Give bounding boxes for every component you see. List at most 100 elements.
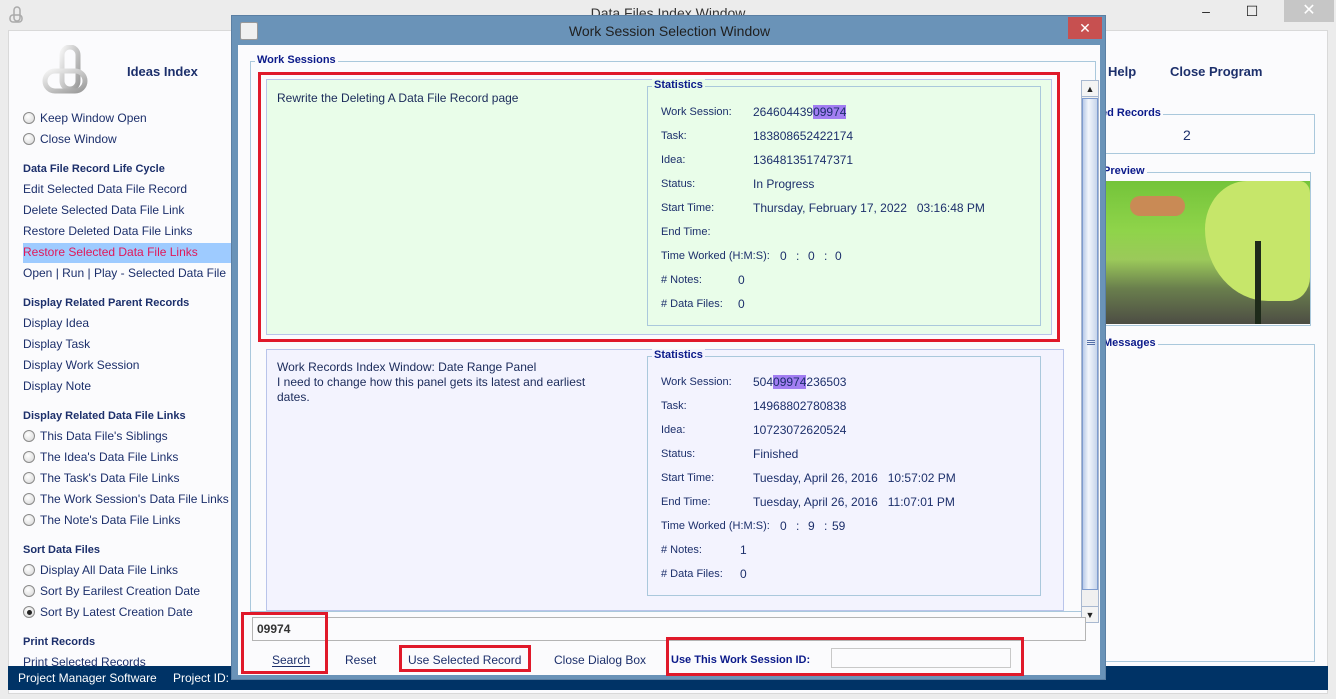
- ideas-index-label: Ideas Index: [127, 64, 198, 79]
- ideas-index-link[interactable]: Ideas Index: [127, 64, 198, 79]
- status-project-id: Project ID:: [173, 671, 230, 685]
- statistics-panel: Statistics Work Session: 26460443909974 …: [647, 79, 1041, 326]
- record-description: Rewrite the Deleting A Data File Record …: [277, 91, 518, 106]
- radio-icon: [23, 564, 35, 576]
- status-label: Status:: [661, 448, 696, 460]
- radio-icon: [23, 514, 35, 526]
- work-session-value: 50409974236503: [753, 375, 846, 389]
- sidebar-item-display-task[interactable]: Display Task: [23, 337, 90, 351]
- sidebar-item-restore-deleted[interactable]: Restore Deleted Data File Links: [23, 224, 192, 238]
- close-program-link[interactable]: Close Program: [1170, 64, 1262, 79]
- sidebar-item-restore-selected[interactable]: Restore Selected Data File Links: [23, 243, 233, 263]
- end-time-value: Tuesday, April 26, 2016 11:07:01 PM: [753, 495, 955, 509]
- records-count: 2: [1183, 127, 1191, 143]
- messages-legend: Messages: [1101, 337, 1158, 349]
- radio-icon: [23, 112, 35, 124]
- minimize-button[interactable]: –: [1190, 0, 1222, 22]
- work-session-label: Work Session:: [661, 376, 732, 388]
- help-label: Help: [1108, 64, 1137, 79]
- notes-value: 1: [740, 543, 747, 557]
- record-description: Work Records Index Window: Date Range Pa…: [277, 360, 585, 405]
- idea-value: 10723072620524: [753, 423, 847, 437]
- work-session-label: Work Session:: [661, 106, 732, 118]
- idea-links-radio[interactable]: The Idea's Data File Links: [23, 450, 178, 464]
- sidebar-item-display-note[interactable]: Display Note: [23, 379, 91, 393]
- idea-value: 136481351747371: [753, 153, 854, 167]
- close-program-label: Close Program: [1170, 64, 1263, 79]
- reset-button[interactable]: Reset: [345, 653, 376, 667]
- notes-value: 0: [738, 273, 745, 287]
- sidebar-item-display-work-session[interactable]: Display Work Session: [23, 358, 139, 372]
- note-links-radio[interactable]: The Note's Data File Links: [23, 513, 180, 527]
- task-label: Task:: [661, 130, 687, 142]
- vertical-scrollbar[interactable]: ▲ ▼: [1081, 80, 1099, 623]
- close-window-radio[interactable]: Close Window: [23, 132, 117, 146]
- keep-window-open-radio[interactable]: Keep Window Open: [23, 111, 147, 125]
- description-line: Rewrite the Deleting A Data File Record …: [277, 91, 519, 105]
- reset-button-label: Reset: [345, 653, 377, 667]
- siblings-radio[interactable]: This Data File's Siblings: [23, 429, 168, 443]
- status-app-name: Project Manager Software: [18, 671, 157, 685]
- sidebar-item-edit-record[interactable]: Edit Selected Data File Record: [23, 182, 187, 196]
- close-dialog-label: Close Dialog Box: [554, 653, 647, 667]
- chain-link-app-icon: [9, 6, 23, 23]
- radio-label: The Note's Data File Links: [40, 513, 181, 527]
- radio-label: Sort By Earilest Creation Date: [40, 584, 201, 598]
- work-session-prefix: 264604439: [753, 105, 814, 119]
- work-session-suffix: 236503: [806, 375, 847, 389]
- dialog-title: Work Session Selection Window: [568, 23, 771, 39]
- help-link[interactable]: Help: [1108, 64, 1136, 79]
- close-dialog-box-button[interactable]: Close Dialog Box: [554, 653, 646, 667]
- notes-label: # Notes:: [661, 544, 702, 556]
- status-label: Status:: [661, 178, 696, 190]
- start-time-label: Start Time:: [661, 202, 715, 214]
- task-links-radio[interactable]: The Task's Data File Links: [23, 471, 179, 485]
- work-session-record[interactable]: Work Records Index Window: Date Range Pa…: [266, 349, 1064, 611]
- section-heading-life-cycle: Data File Record Life Cycle: [23, 163, 165, 175]
- chain-link-logo-icon: [42, 45, 88, 94]
- idea-label: Idea:: [661, 424, 686, 436]
- end-time-label: End Time:: [661, 226, 711, 238]
- work-session-links-radio[interactable]: The Work Session's Data File Links: [23, 492, 229, 506]
- description-line: I need to change how this panel gets its…: [277, 375, 586, 389]
- messages-panel: Messages: [1090, 337, 1315, 662]
- data-files-value: 0: [738, 297, 745, 311]
- sort-earliest-radio[interactable]: Sort By Earilest Creation Date: [23, 584, 200, 598]
- time-worked-label: Time Worked (H:M:S):: [661, 520, 770, 532]
- data-files-label: # Data Files:: [661, 568, 723, 580]
- scroll-thumb[interactable]: [1082, 98, 1098, 590]
- maximize-button[interactable]: ☐: [1236, 0, 1268, 22]
- statistics-panel: Statistics Work Session: 50409974236503 …: [647, 349, 1041, 596]
- work-session-id-input[interactable]: [831, 648, 1011, 668]
- time-sep: :: [796, 519, 800, 533]
- status-value: Finished: [753, 447, 799, 461]
- dialog-close-button[interactable]: ✕: [1068, 17, 1102, 39]
- time-worked-seconds: 59: [832, 519, 846, 533]
- sidebar-item-display-idea[interactable]: Display Idea: [23, 316, 89, 330]
- start-time-value: Thursday, February 17, 2022 03:16:48 PM: [753, 201, 985, 215]
- notes-label: # Notes:: [661, 274, 702, 286]
- main-close-button[interactable]: ✕: [1284, 0, 1334, 22]
- task-value: 183808652422174: [753, 129, 854, 143]
- search-button[interactable]: Search: [272, 653, 310, 667]
- search-match-highlight: 09974: [773, 375, 807, 389]
- sort-latest-radio[interactable]: Sort By Latest Creation Date: [23, 605, 193, 619]
- deer-shape: [1130, 196, 1185, 216]
- section-heading-sort: Sort Data Files: [23, 544, 101, 556]
- section-heading-related-links: Display Related Data File Links: [23, 410, 186, 422]
- start-time-value: Tuesday, April 26, 2016 10:57:02 PM: [753, 471, 956, 485]
- section-heading-parent-records: Display Related Parent Records: [23, 297, 190, 309]
- data-files-value: 0: [740, 567, 747, 581]
- radio-label: Display All Data File Links: [40, 563, 179, 577]
- sidebar-item-print-selected[interactable]: Print Selected Records: [23, 655, 146, 666]
- sidebar-item-open-run-play[interactable]: Open | Run | Play - Selected Data File: [23, 266, 226, 280]
- work-session-record[interactable]: Rewrite the Deleting A Data File Record …: [266, 79, 1052, 335]
- radio-icon: [23, 493, 35, 505]
- search-input[interactable]: [252, 617, 1086, 641]
- display-all-radio[interactable]: Display All Data File Links: [23, 563, 178, 577]
- task-label: Task:: [661, 400, 687, 412]
- sidebar-item-delete-link[interactable]: Delete Selected Data File Link: [23, 203, 184, 217]
- scroll-up-arrow-icon[interactable]: ▲: [1082, 81, 1098, 97]
- radio-checked-icon: [23, 606, 35, 618]
- use-selected-record-button[interactable]: Use Selected Record: [408, 653, 521, 667]
